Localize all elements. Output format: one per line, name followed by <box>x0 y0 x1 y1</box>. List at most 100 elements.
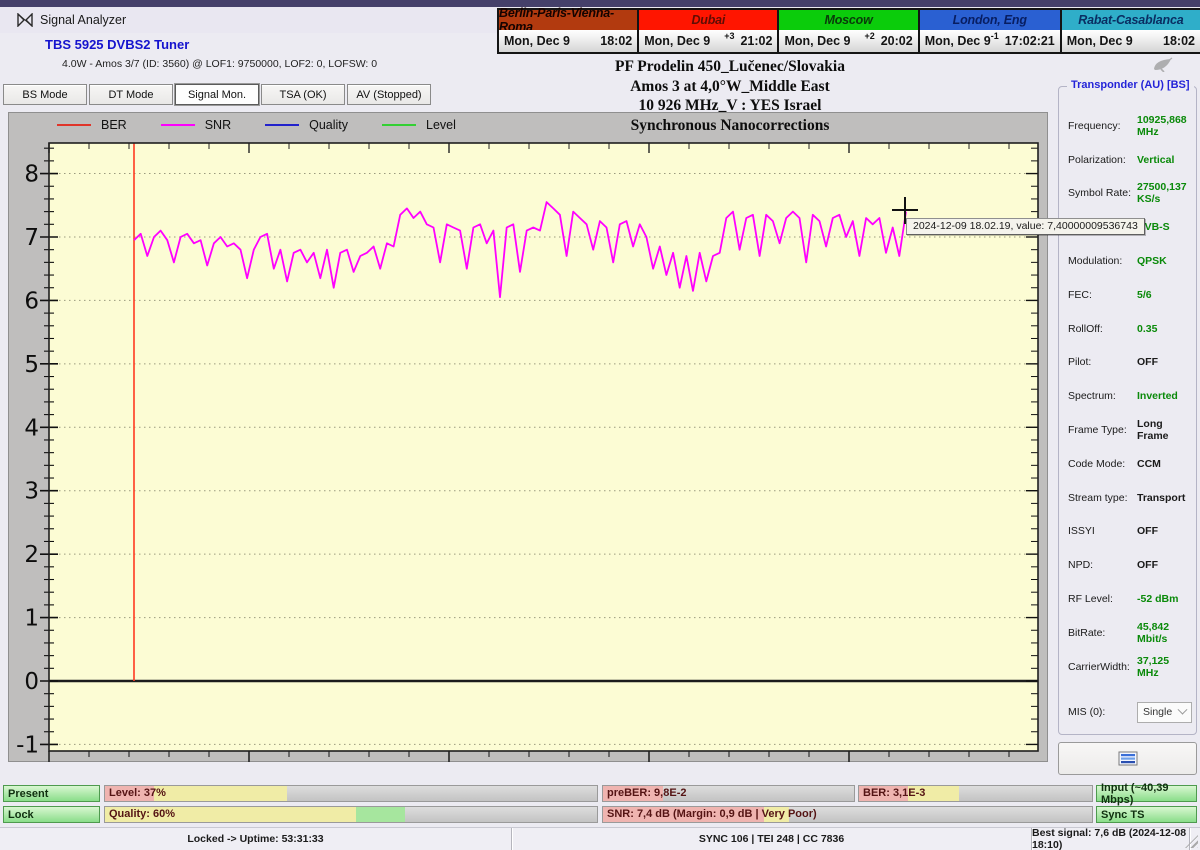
legend-label: Level <box>426 118 456 132</box>
tp-value: OFF <box>1137 559 1158 571</box>
level-meter: Level: 37% <box>104 785 598 802</box>
legend-item-snr: SNR <box>161 118 231 132</box>
clock-2: MoscowMon, Dec 9+220:02 <box>779 10 917 52</box>
legend-label: Quality <box>309 118 348 132</box>
y-axis-label: 1 <box>24 606 39 632</box>
tp-row-rf-level: RF Level:-52 dBm <box>1068 582 1192 616</box>
site-title: PF Prodelin 450_Lučenec/Slovakia Amos 3 … <box>470 57 990 135</box>
meter-label: Quality: 60% <box>109 808 175 820</box>
y-axis-label: 4 <box>24 415 39 441</box>
world-clocks: Berlin-Paris-Vienna-Roma Mon, Dec 9 18:02 D… <box>497 8 1200 54</box>
tp-row-fec: FEC:5/6 <box>1068 278 1192 312</box>
clock-time-row: Mon, Dec 9 18:02 <box>499 30 637 52</box>
stream-capture-button[interactable] <box>1058 742 1197 775</box>
tab-signal-mon[interactable]: Signal Mon. <box>175 84 259 105</box>
signal-meters: Present Lock Level: 37% Quality: 60% pre… <box>0 780 1200 827</box>
meter-label: preBER: 9,8E-2 <box>607 787 686 799</box>
clock-1: DubaiMon, Dec 9+321:02 <box>639 10 777 52</box>
meter-segment <box>154 786 287 801</box>
status-bar: Locked -> Uptime: 53:31:33 SYNC 106 | TE… <box>0 827 1200 850</box>
lock-badge: Lock <box>3 806 100 823</box>
clock-city-label: Dubai <box>639 10 777 30</box>
tp-value: 0.35 <box>1137 323 1157 335</box>
title-bar: Signal Analyzer <box>0 7 497 33</box>
tp-value: 5/6 <box>1137 289 1152 301</box>
clock-city-label: Berlin-Paris-Vienna-Roma <box>499 10 637 30</box>
tp-label: Stream type: <box>1068 492 1137 504</box>
tab-dt-mode[interactable]: DT Mode <box>89 84 173 105</box>
tp-label: RF Level: <box>1068 593 1137 605</box>
tp-row-issyi: ISSYIOFF <box>1068 515 1192 549</box>
tp-value: -52 dBm <box>1137 593 1178 605</box>
tab-av-stopped[interactable]: AV (Stopped) <box>347 84 431 105</box>
site-title-line1: PF Prodelin 450_Lučenec/Slovakia <box>470 57 990 77</box>
clock-date: Mon, Dec 9 <box>784 34 850 48</box>
tp-label: FEC: <box>1068 289 1137 301</box>
tp-value: Long Frame <box>1137 418 1192 442</box>
tp-value: Vertical <box>1137 154 1174 166</box>
site-title-line2: Amos 3 at 4,0°W_Middle East <box>470 77 990 97</box>
tp-label: NPD: <box>1068 559 1137 571</box>
mis-dropdown[interactable]: Single <box>1137 702 1192 723</box>
tp-value: Inverted <box>1137 390 1178 402</box>
tp-label: Symbol Rate: <box>1068 187 1137 199</box>
tp-value: 27500,137 KS/s <box>1137 181 1192 205</box>
tp-label: Modulation: <box>1068 255 1137 267</box>
clock-time-value: 18:02 <box>600 34 632 48</box>
tp-row-carrierwidth: CarrierWidth:37,125 MHz <box>1068 650 1192 684</box>
mis-dropdown-value: Single <box>1143 706 1172 718</box>
tab-bs-mode[interactable]: BS Mode <box>3 84 87 105</box>
tp-label: Frequency: <box>1068 120 1137 132</box>
tp-row-stream-type: Stream type:Transport <box>1068 481 1192 515</box>
y-axis-label: 0 <box>24 669 39 695</box>
tp-label: Code Mode: <box>1068 458 1137 470</box>
tp-label: MIS (0): <box>1068 706 1137 718</box>
window-title: Signal Analyzer <box>40 13 126 27</box>
tp-value: Transport <box>1137 492 1185 504</box>
tp-value: 10925,868 MHz <box>1137 114 1192 138</box>
status-best-signal: Best signal: 7,6 dB (2024-12-08 18:10) <box>1032 828 1190 850</box>
tp-label: BitRate: <box>1068 627 1137 639</box>
clock-time-row: Mon, Dec 9+321:02 <box>639 30 777 52</box>
clock-time-row: Mon, Dec 918:02 <box>1062 30 1200 52</box>
legend-item-quality: Quality <box>265 118 348 132</box>
app-icon <box>17 13 33 27</box>
clock-date: Mon, Dec 9 <box>504 34 570 48</box>
preber-meter: preBER: 9,8E-2 <box>602 785 855 802</box>
clock-city-label: Rabat-Casablanca <box>1062 10 1200 30</box>
y-axis-label: 2 <box>24 542 39 568</box>
tp-label: ISSYI <box>1068 525 1137 537</box>
tp-row-npd: NPD:OFF <box>1068 548 1192 582</box>
y-axis-label: 3 <box>24 479 39 505</box>
legend-item-ber: BER <box>57 118 127 132</box>
tp-value: 45,842 Mbit/s <box>1137 621 1192 645</box>
tp-row-rolloff: RollOff:0.35 <box>1068 312 1192 346</box>
tp-row-spectrum: Spectrum:Inverted <box>1068 379 1192 413</box>
tuner-config: 4.0W - Amos 3/7 (ID: 3560) @ LOF1: 97500… <box>62 58 377 70</box>
tp-value: OFF <box>1137 356 1158 368</box>
status-lock-uptime: Locked -> Uptime: 53:31:33 <box>0 828 512 850</box>
legend-swatch-level <box>382 124 416 126</box>
clock-0: Berlin-Paris-Vienna-Roma Mon, Dec 9 18:02 <box>499 10 637 52</box>
transponder-panel-title: Transponder (AU) [BS] <box>1067 79 1194 91</box>
plot-area <box>49 143 1038 751</box>
snr-meter: SNR: 7,4 dB (Margin: 0,9 dB | Very Poor) <box>602 806 1093 823</box>
clock-date: Mon, Dec 9 <box>1067 34 1133 48</box>
clock-time-value: 17:02:21 <box>1005 34 1055 48</box>
tp-value: OFF <box>1137 525 1158 537</box>
status-sync-counters: SYNC 106 | TEI 248 | CC 7836 <box>512 828 1032 850</box>
tp-label: CarrierWidth: <box>1068 661 1137 673</box>
meter-label: Level: 37% <box>109 787 166 799</box>
tp-label: Frame Type: <box>1068 424 1137 436</box>
tp-value: QPSK <box>1137 255 1167 267</box>
tab-tsa-ok[interactable]: TSA (OK) <box>261 84 345 105</box>
legend-label: SNR <box>205 118 231 132</box>
legend-swatch-ber <box>57 124 91 126</box>
tp-row-modulation: Modulation:QPSK <box>1068 244 1192 278</box>
clock-date: Mon, Dec 9 <box>644 34 710 48</box>
tp-row-mis: MIS (0): Single <box>1068 696 1192 730</box>
site-title-line3: 10 926 MHz_V : YES Israel <box>470 96 990 116</box>
ber-meter: BER: 3,1E-3 <box>858 785 1093 802</box>
clock-utc-offset: +3 <box>724 31 734 41</box>
meter-label: SNR: 7,4 dB (Margin: 0,9 dB | Very Poor) <box>607 808 817 820</box>
